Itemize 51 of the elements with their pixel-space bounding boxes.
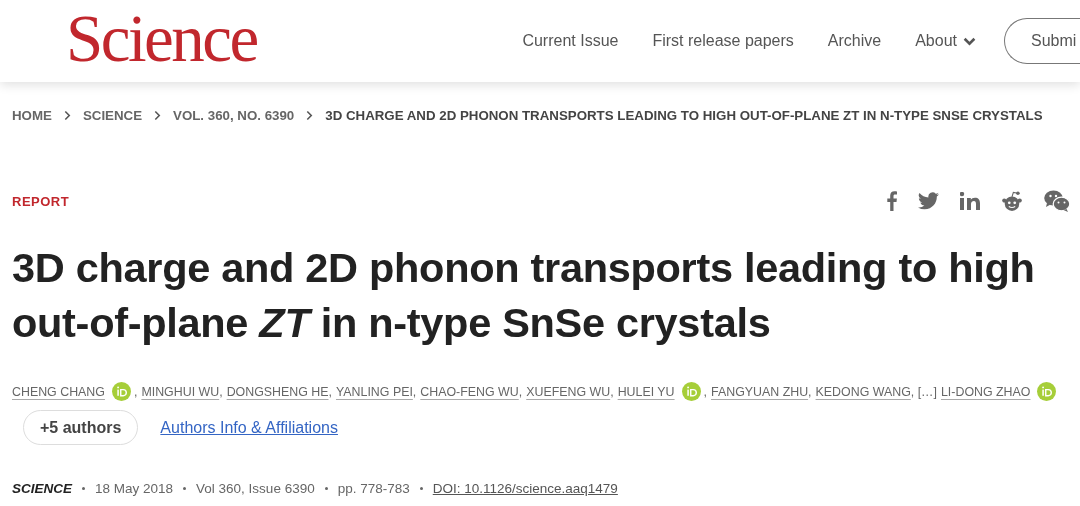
affiliations-link[interactable]: Authors Info & Affiliations: [160, 418, 338, 437]
nav-link[interactable]: Archive: [827, 32, 882, 50]
page-range: pp. 778-783: [337, 481, 410, 496]
bullet-separator: [183, 487, 187, 490]
article-title: 3D charge and 2D phonon transports leading to high out-of-plane ZT in n-type SnSe crystals: [12, 243, 1036, 348]
breadcrumb-item[interactable]: VOL. 360, NO. 6390: [173, 108, 295, 123]
breadcrumb-item[interactable]: HOME: [12, 108, 52, 123]
chevron-right-icon: [63, 110, 71, 121]
facebook-icon[interactable]: [887, 191, 897, 211]
chevron-down-icon: [963, 36, 976, 46]
author-link[interactable]: CHENG CHANG: [12, 384, 105, 399]
breadcrumb-item[interactable]: SCIENCE: [82, 108, 142, 123]
linkedin-icon[interactable]: [960, 192, 980, 210]
bullet-separator: [324, 487, 328, 490]
volume-issue: Vol 360, Issue 6390: [196, 481, 315, 496]
breadcrumb-item: 3D CHARGE AND 2D PHONON TRANSPORTS LEADING TO HIGH OUT-OF-PLANE ZT IN N-TYPE SNSE CRYSTALS: [325, 108, 1043, 123]
twitter-icon[interactable]: [918, 192, 939, 210]
author-link[interactable]: MINGHUI WU: [141, 384, 220, 399]
author-link[interactable]: DONGSHENG HE: [226, 384, 329, 399]
wechat-icon[interactable]: [1044, 190, 1070, 212]
author-link[interactable]: HULEI YU: [617, 384, 675, 399]
article-type: REPORT: [12, 193, 70, 209]
submit-button[interactable]: Submi: [1004, 18, 1080, 64]
reddit-icon[interactable]: [1001, 191, 1023, 211]
author-link[interactable]: CHAO-FENG WU: [420, 384, 519, 399]
author-link[interactable]: FANGYUAN ZHU: [711, 384, 809, 399]
separator: ,: [219, 384, 223, 399]
separator: ,: [412, 384, 417, 399]
author-link[interactable]: XUEFENG WU: [526, 384, 611, 399]
author-link[interactable]: KEDONG WANG: [815, 384, 911, 399]
more-authors-button[interactable]: +5 authors: [23, 410, 139, 445]
journal-name: SCIENCE: [12, 481, 72, 496]
separator: ,: [808, 384, 812, 399]
science-logo[interactable]: Science: [66, 4, 257, 72]
chevron-right-icon: [154, 110, 161, 121]
separator: ,: [703, 384, 708, 399]
author-link[interactable]: LI-DONG ZHAO: [940, 384, 1031, 399]
author-link[interactable]: YANLING PEI: [335, 384, 413, 399]
separator: , […]: [910, 384, 937, 399]
doi-link[interactable]: DOI: 10.1126/science.aaq1479: [432, 481, 618, 496]
separator: ,: [328, 384, 332, 399]
separator: ,: [518, 384, 523, 399]
bullet-separator: [82, 487, 85, 490]
chevron-right-icon: [306, 110, 314, 121]
nav-link[interactable]: First release papers: [652, 32, 794, 50]
nav-link[interactable]: About: [915, 32, 976, 50]
nav-link[interactable]: Current Issue: [522, 32, 619, 50]
separator: ,: [610, 384, 614, 399]
bullet-separator: [419, 487, 423, 490]
separator: ,: [133, 384, 138, 399]
publication-date: 18 May 2018: [95, 481, 174, 496]
